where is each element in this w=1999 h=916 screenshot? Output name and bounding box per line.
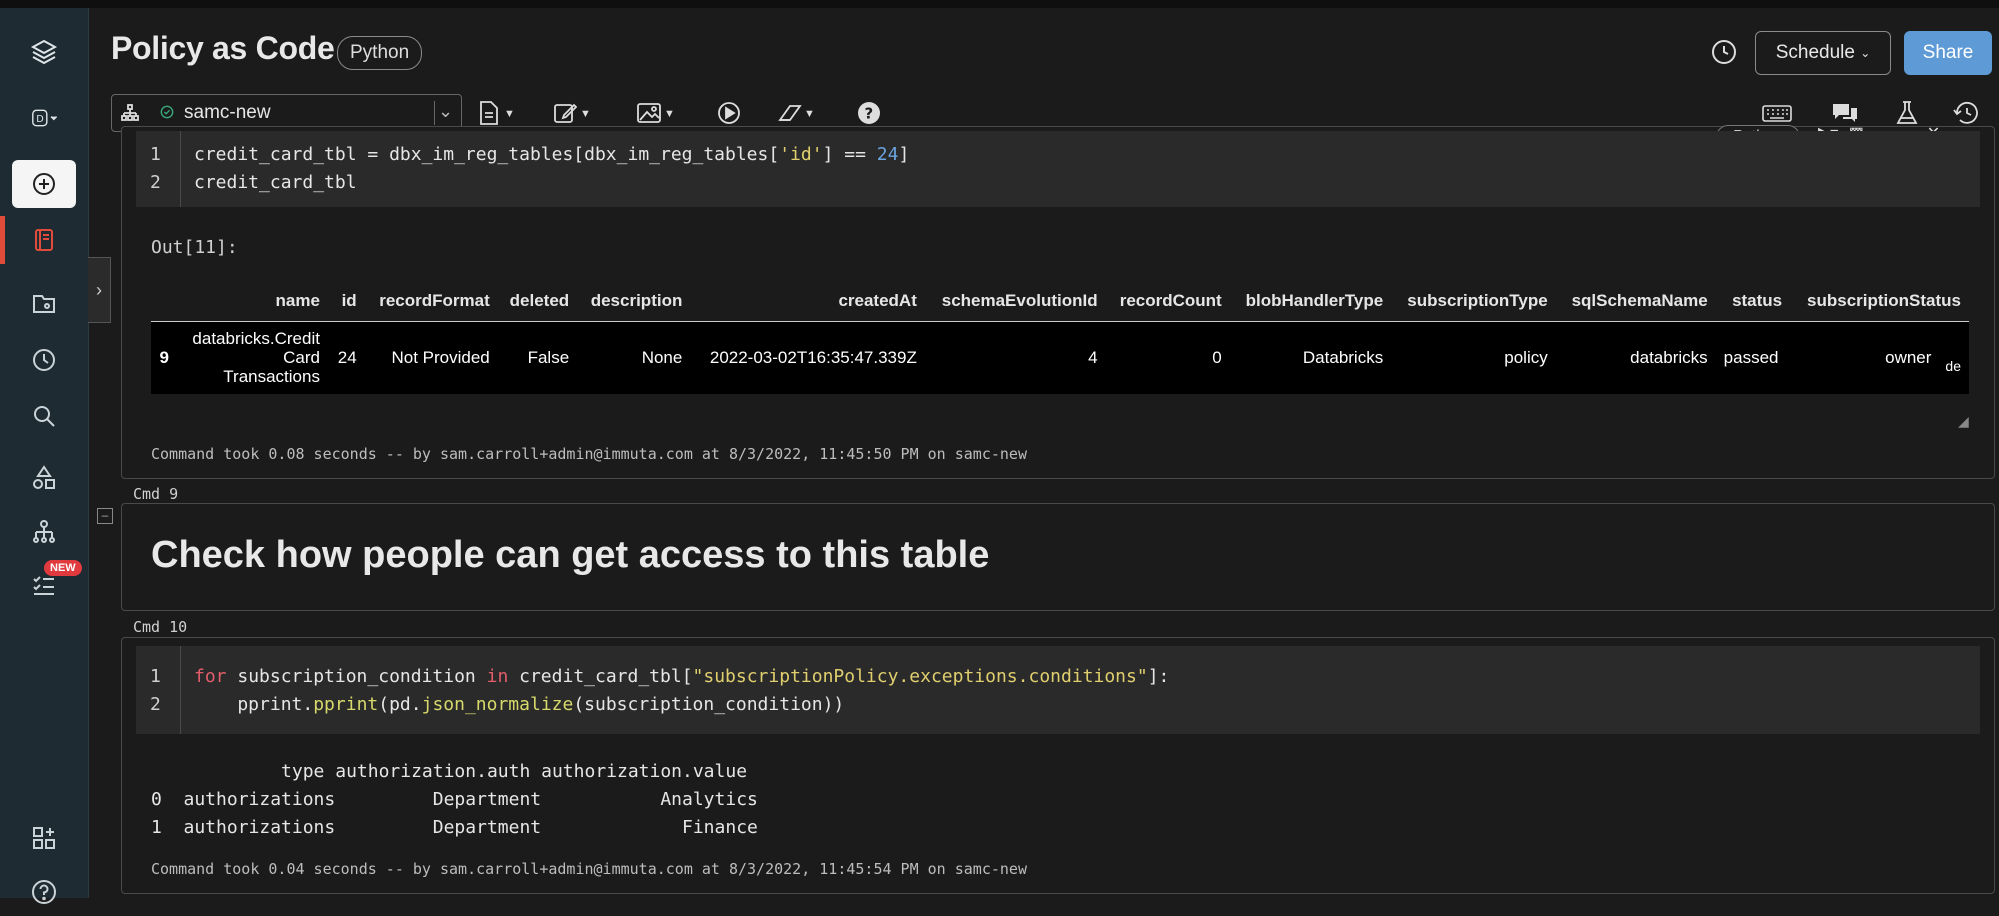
create-icon[interactable] xyxy=(12,160,76,208)
resize-handle-icon[interactable]: ◢ xyxy=(1958,413,1969,430)
cell-schemaEvolutionId: 4 xyxy=(1088,347,1098,367)
cell-description: None xyxy=(641,347,683,367)
markdown-heading: Check how people can get access to this … xyxy=(151,534,990,576)
column-header: deleted xyxy=(509,291,570,310)
window-top-strip xyxy=(0,0,1999,8)
svg-text:D: D xyxy=(36,114,44,125)
edit-menu-icon[interactable]: ▼ xyxy=(552,100,591,128)
keyboard-shortcuts-icon[interactable] xyxy=(1762,100,1794,128)
column-header: createdAt xyxy=(838,291,917,310)
cell-sqlSchemaName: databricks xyxy=(1630,347,1708,367)
cluster-running-check-icon xyxy=(160,105,176,121)
revision-history-clock-icon[interactable] xyxy=(1710,38,1738,66)
line-number-gutter xyxy=(136,131,181,207)
schedule-label: Schedule xyxy=(1775,42,1855,63)
cell-subscriptionStatus: owner de xyxy=(1885,347,1961,374)
code-editor[interactable]: 1 2 for subscription_condition in credit… xyxy=(136,646,1980,734)
output-line: 1 authorizations Department Finance xyxy=(151,817,758,838)
svg-text:?: ? xyxy=(865,105,874,123)
help-icon[interactable] xyxy=(12,868,76,916)
dataframe-table-container[interactable]: name id recordFormat deleted description… xyxy=(151,281,1969,401)
collapse-cell-icon[interactable]: – xyxy=(97,508,113,524)
line-number: 1 xyxy=(150,666,161,687)
column-header: recordFormat xyxy=(379,291,490,310)
share-button[interactable]: Share xyxy=(1904,31,1992,75)
chevron-down-icon[interactable]: ⌄ xyxy=(438,101,453,122)
data-shapes-icon[interactable] xyxy=(12,454,76,502)
divider xyxy=(434,101,435,125)
command-took-text: Command took 0.08 seconds -- by sam.carr… xyxy=(151,445,1027,463)
line-number: 2 xyxy=(150,694,161,715)
cell-blobHandlerType: Databricks xyxy=(1302,347,1384,367)
command-took-text: Command took 0.04 seconds -- by sam.carr… xyxy=(151,860,1027,878)
column-header: subscriptionType xyxy=(1407,291,1548,310)
code-editor[interactable]: 1 2 credit_card_tbl = dbx_im_reg_tables[… xyxy=(136,131,1980,207)
cell-name: databricks.Credit Card Transactions xyxy=(192,329,320,387)
column-header: description xyxy=(590,291,683,310)
cluster-name: samc-new xyxy=(184,102,271,123)
new-badge: NEW xyxy=(44,560,82,576)
column-header: id xyxy=(341,291,357,310)
workspace-switcher-icon[interactable]: D xyxy=(12,94,76,142)
cmd-label: Cmd 10 xyxy=(133,618,188,636)
column-header: subscriptionStatus xyxy=(1807,291,1961,310)
clear-eraser-icon[interactable]: ▼ xyxy=(776,100,815,128)
code-line: credit_card_tbl = dbx_im_reg_tables[dbx_… xyxy=(194,144,910,165)
column-header: sqlSchemaName xyxy=(1571,291,1708,310)
cell-subscriptionType: policy xyxy=(1504,347,1548,367)
compute-cluster-icon[interactable] xyxy=(12,508,76,556)
expand-panel-chevron-icon[interactable]: › xyxy=(88,257,111,323)
file-menu-icon[interactable]: ▼ xyxy=(476,100,515,128)
line-number: 2 xyxy=(150,172,161,193)
table-header-row: name id recordFormat deleted description… xyxy=(151,281,1969,322)
schedule-button[interactable]: Schedule ⌄ xyxy=(1755,31,1891,75)
cmd-label: Cmd 9 xyxy=(133,485,179,503)
notebook-icon[interactable] xyxy=(0,216,88,264)
view-image-icon[interactable]: ▼ xyxy=(636,100,675,128)
table-row: 9 databricks.Credit Card Transactions 24 N… xyxy=(151,321,1969,394)
databricks-logo-icon[interactable] xyxy=(12,28,76,76)
cell-deleted: False xyxy=(527,347,570,367)
revision-history-icon[interactable] xyxy=(1952,100,1984,128)
code-line: credit_card_tbl xyxy=(194,172,357,193)
cluster-tree-icon xyxy=(120,103,140,123)
cell-recordFormat: Not Provided xyxy=(391,347,490,367)
column-header: blobHandlerType xyxy=(1245,291,1384,310)
column-header xyxy=(151,281,177,322)
dataframe-table: name id recordFormat deleted description… xyxy=(151,281,1969,394)
chevron-down-icon: ⌄ xyxy=(1860,46,1871,60)
cell-createdAt: 2022-03-02T16:35:47.339Z xyxy=(709,347,917,367)
recents-clock-icon[interactable] xyxy=(12,336,76,384)
cell-id: 24 xyxy=(337,347,357,367)
output-line: type authorization.auth authorization.va… xyxy=(151,761,748,782)
column-header: recordCount xyxy=(1119,291,1222,310)
notebook-cell[interactable]: 1 2 for subscription_condition in credit… xyxy=(121,637,1995,894)
code-line: for subscription_condition in credit_car… xyxy=(194,666,1170,687)
column-header: name xyxy=(275,291,320,310)
language-badge[interactable]: Python xyxy=(337,36,423,70)
column-header: schemaEvolutionId xyxy=(941,291,1098,310)
partner-connect-icon[interactable] xyxy=(12,814,76,862)
notebook-title[interactable]: Policy as Code xyxy=(111,30,335,67)
sidebar: D NEW xyxy=(0,8,89,904)
column-header: status xyxy=(1732,291,1783,310)
search-icon[interactable] xyxy=(12,392,76,440)
repos-icon[interactable] xyxy=(12,280,76,328)
line-number-gutter xyxy=(136,646,181,734)
help-question-icon[interactable]: ? xyxy=(856,100,882,128)
line-number: 1 xyxy=(150,144,161,165)
output-label: Out[11]: xyxy=(151,237,238,258)
run-all-play-icon[interactable] xyxy=(716,100,742,128)
code-line: pprint.pprint(pd.json_normalize(subscrip… xyxy=(194,694,845,715)
notebook-cell[interactable]: Python ▶▾ ▩ ⌄ — ✕ 1 2 credit_card_tbl = … xyxy=(121,125,1995,479)
cell-status: passed xyxy=(1723,347,1779,367)
row-index: 9 xyxy=(159,347,169,367)
markdown-cell[interactable]: Check how people can get access to this … xyxy=(121,503,1995,611)
output-line: 0 authorizations Department Analytics xyxy=(151,789,758,810)
cell-recordCount: 0 xyxy=(1212,347,1222,367)
